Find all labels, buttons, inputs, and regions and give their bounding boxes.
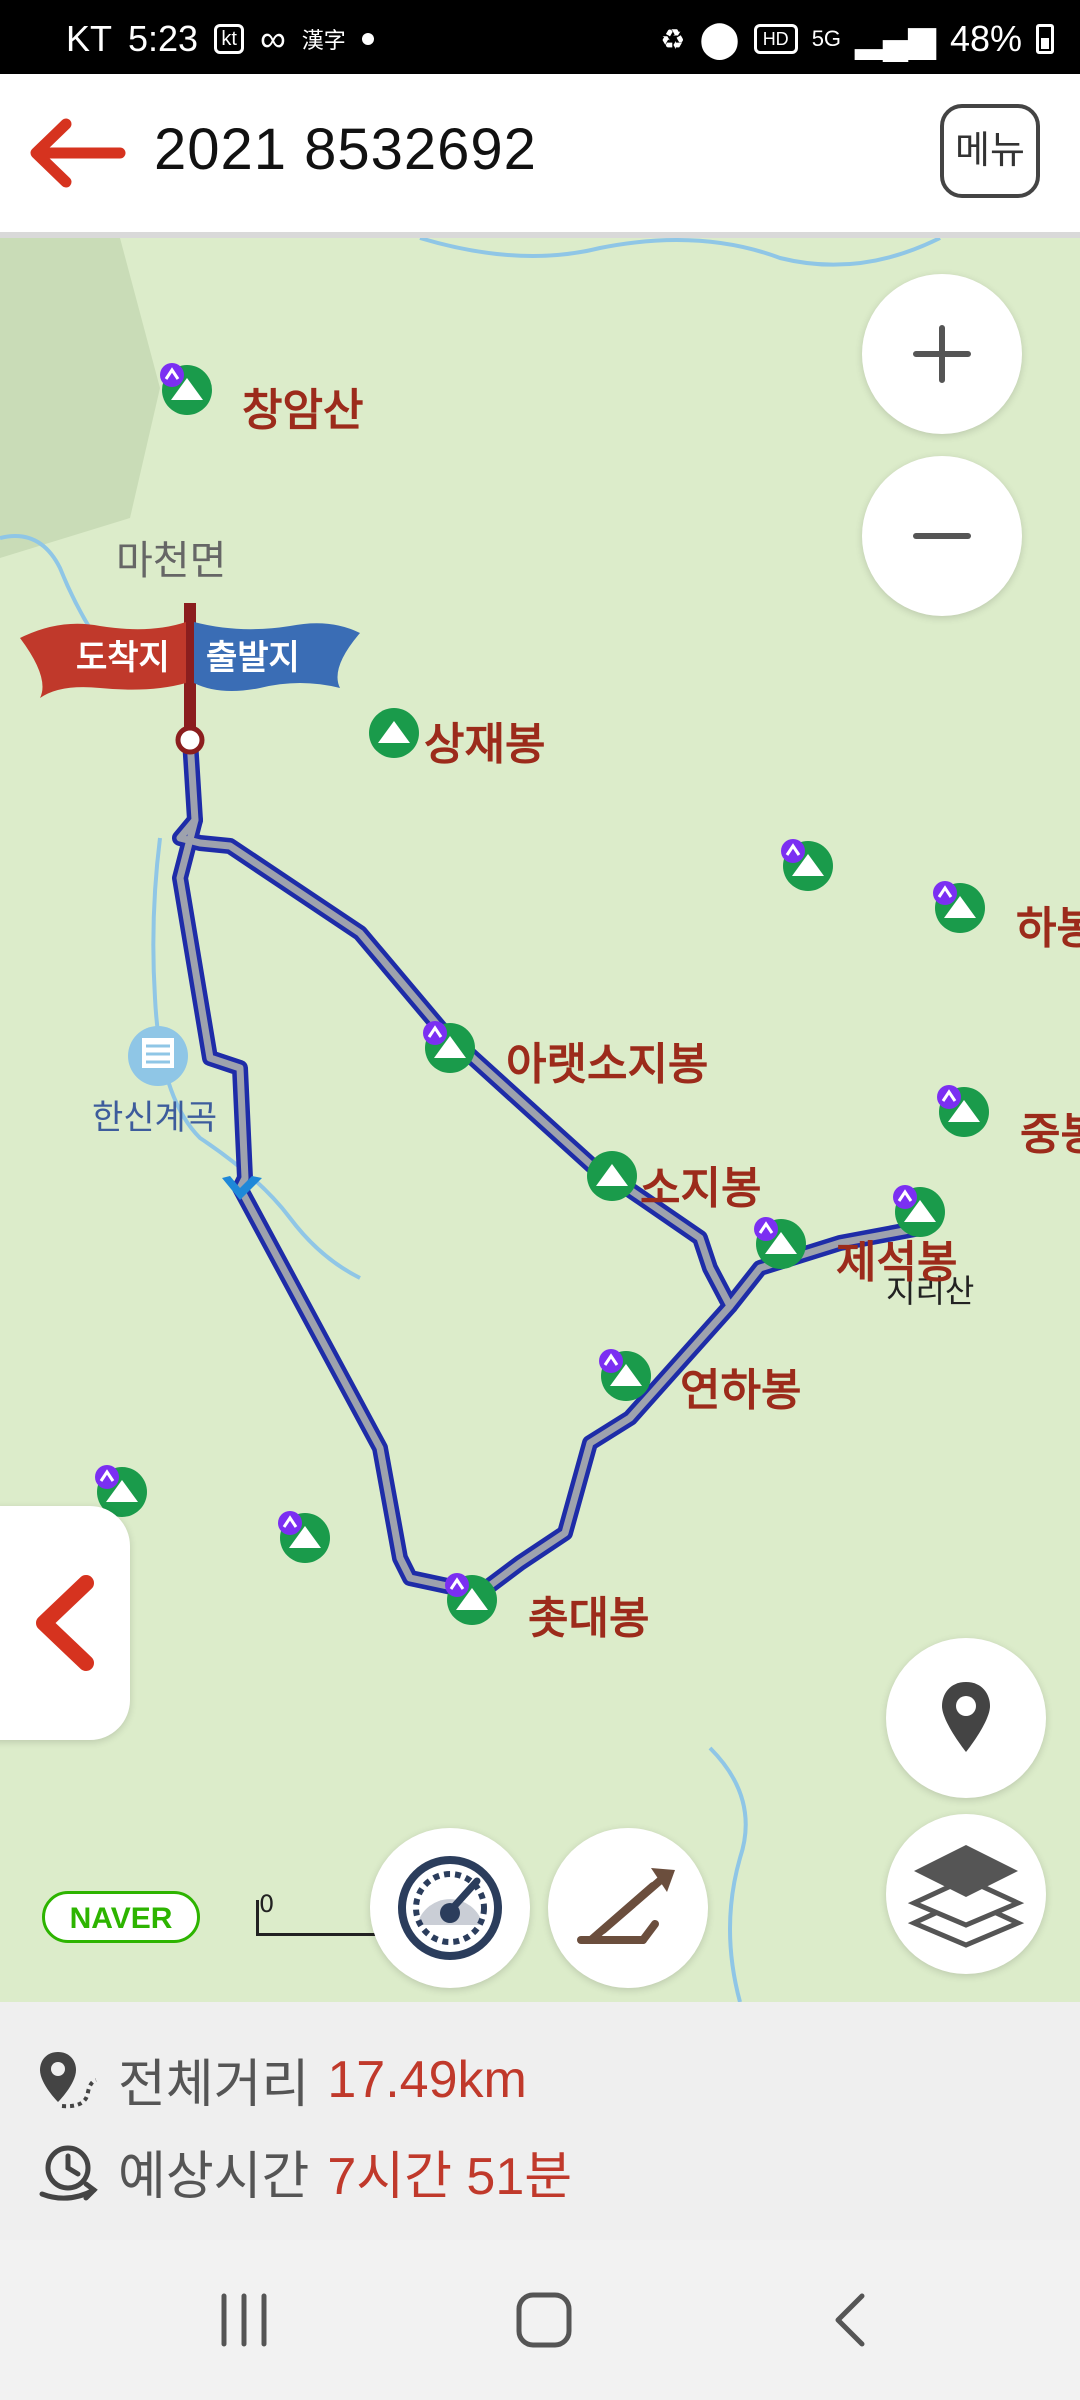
side-panel-toggle[interactable] [0,1506,130,1740]
map-layers-button[interactable] [886,1814,1046,1974]
peak-icon-changamsan [160,363,212,415]
peak-icon-yeonhabong [599,1349,651,1401]
network-type: 5G [811,26,842,51]
speedometer-icon [398,1856,502,1960]
minus-icon [913,533,971,539]
hanja-icon: 漢字 [301,28,346,53]
elevation-profile-button[interactable] [548,1828,708,1988]
battery-percent: 48% [949,18,1022,59]
carrier-label: KT [66,18,113,59]
naver-logo: NAVER [42,1891,200,1943]
time-row: 예상시간 7시간 51분 [36,2134,572,2209]
status-bar: KT 5:23 kt ∞ 漢字 ♻ ⬤ HD 5G ▂▄▆ 48% [0,0,1080,74]
distance-row: 전체거리 17.49km [36,2042,527,2117]
map-scale-bar: 0 [256,1890,376,1936]
peak-label-araetsojibong: 아랫소지봉 [506,1039,709,1090]
elevation-icon [577,1868,675,1944]
peak-label-jeseokbong: 제석봉 [836,1237,958,1288]
page-title: 2021 8532692 [154,117,537,182]
valley-label: 한신계곡 [92,1098,218,1138]
estimated-time-icon [39,2145,98,2201]
peak-icon-habong [933,881,985,933]
destination-flag-label: 도착지 [76,638,170,678]
kt-app-icon: kt [214,24,245,54]
zoom-in-button[interactable] [862,274,1022,434]
peak-icon-sangjaebong [369,708,419,758]
clock: 5:23 [128,18,199,59]
peak-icon-unnamed-3 [278,1511,330,1563]
home-icon[interactable] [514,2290,574,2350]
peak-icon-jeseokbong [754,1217,806,1269]
chevron-left-icon [36,1575,94,1671]
signal-icon: ▂▄▆ [855,18,936,59]
peak-icon-sojibong [587,1151,637,1201]
peak-icon-jungbong [937,1085,989,1137]
recent-apps-icon[interactable] [214,2292,274,2348]
battery-icon [1036,24,1054,54]
peak-label-changamsan: 창암산 [242,385,364,436]
speedometer-button[interactable] [370,1828,530,1988]
time-label: 예상시간 [118,2147,310,2207]
peak-label-chotdaebong: 촛대봉 [528,1593,650,1644]
time-value: 7시간 51분 [327,2148,573,2206]
distance-label: 전체거리 [118,2055,310,2115]
back-arrow-icon[interactable] [26,118,126,188]
system-nav-bar [0,2240,1080,2400]
hd-icon: HD [753,24,798,54]
infinity-icon: ∞ [260,18,286,59]
route-info-panel: 전체거리 17.49km 예상시간 7시간 51분 [0,2002,1080,2240]
zoom-out-button[interactable] [862,456,1022,616]
village-label: 마천면 [116,538,227,584]
system-back-icon[interactable] [826,2290,876,2350]
peak-icon-araetsojibong [423,1021,475,1073]
peak-icon-chotdaebong [445,1573,497,1625]
scale-zero-label: 0 [259,1890,275,1918]
start-flag-label: 출발지 [206,638,300,678]
distance-value: 17.49km [327,2050,527,2109]
map-view[interactable]: 마천면 도착지 출발지 한신계곡 창암산 상재봉 하봉 아랫소지봉 중봉 소지봉… [0,238,1080,2002]
notification-dot-icon [361,33,374,45]
peak-icon-unnamed-1 [781,839,833,891]
location-pin-icon [942,1682,990,1752]
peak-label-habong: 하봉 [1016,903,1080,954]
peak-label-sangjaebong: 상재봉 [424,719,546,770]
peak-label-sojibong: 소지봉 [640,1163,762,1214]
peak-label-yeonhabong: 연하봉 [680,1365,802,1416]
menu-button[interactable]: 메뉴 [940,104,1040,198]
battery-saver-icon: ♻ [660,23,686,55]
location-icon: ⬤ [699,18,740,59]
app-header: 2021 8532692 메뉴 [0,74,1080,238]
plus-icon [913,325,971,383]
layers-icon [907,1845,1025,1948]
my-location-button[interactable] [886,1638,1046,1798]
route-distance-icon [40,2051,97,2108]
peak-label-jungbong: 중봉 [1020,1109,1080,1160]
